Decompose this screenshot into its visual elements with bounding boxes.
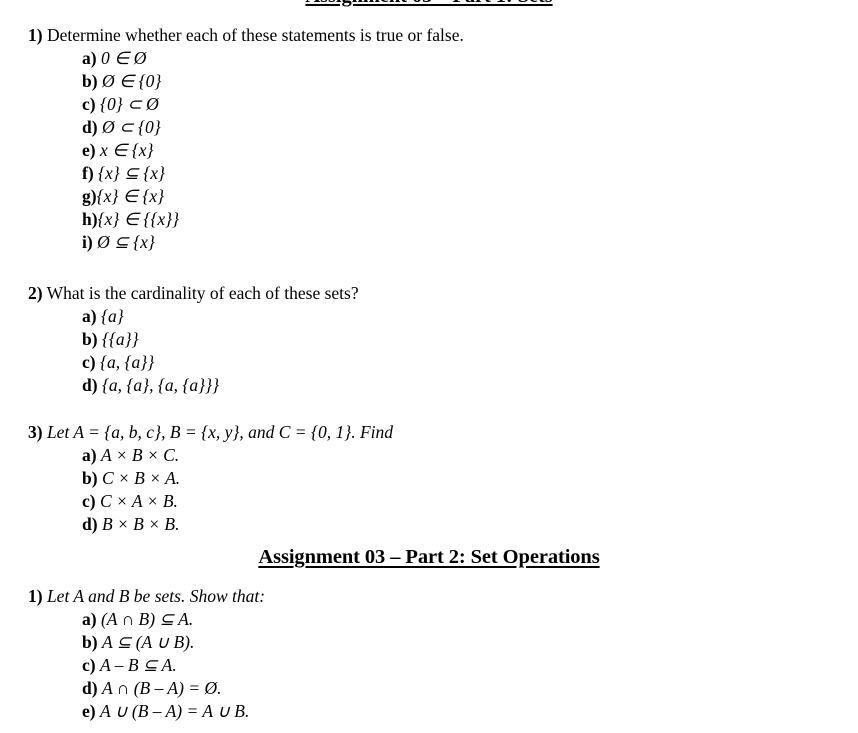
question-block-p1-q2: 2) What is the cardinality of each of th…: [28, 282, 359, 397]
list-item: a) 0 ∈ Ø: [28, 47, 464, 70]
list-item: a) {a}: [28, 305, 359, 328]
item-marker: a): [82, 609, 97, 629]
item-marker: d): [82, 514, 98, 534]
list-item: b) C × B × A.: [28, 467, 393, 490]
item-expression: x ∈ {x}: [99, 140, 154, 160]
list-item: b) {{a}}: [28, 328, 359, 351]
item-marker: c): [82, 655, 96, 675]
item-expression: A – B ⊆ A.: [99, 655, 177, 675]
question-stem: 1) Determine whether each of these state…: [28, 24, 464, 47]
question-block-p2-q1: 1) Let A and B be sets. Show that: a) (A…: [28, 585, 265, 723]
item-expression: (A ∩ B) ⊆ A.: [100, 609, 194, 629]
question-number: 1): [28, 25, 43, 45]
list-item: c) {a, {a}}: [28, 351, 359, 374]
item-marker: e): [82, 701, 96, 721]
item-marker: b): [82, 468, 98, 488]
list-item: g){x} ∈ {x}: [28, 185, 464, 208]
list-item: c) {0} ⊂ Ø: [28, 93, 464, 116]
item-expression: {0} ⊂ Ø: [99, 94, 159, 114]
item-marker: g): [82, 186, 97, 206]
item-marker: d): [82, 678, 98, 698]
document-page: Assignment 03 – Part 1: Sets 1) Determin…: [0, 0, 858, 733]
item-expression: C × B × A.: [101, 468, 181, 488]
item-marker: e): [82, 140, 96, 160]
item-expression: Ø ∈ {0}: [101, 71, 162, 91]
question-number: 3): [28, 422, 43, 442]
item-expression: A ∩ (B – A) = Ø.: [101, 678, 222, 698]
list-item: e) x ∈ {x}: [28, 139, 464, 162]
item-expression: {x} ⊆ {x}: [98, 163, 165, 183]
item-marker: h): [82, 209, 98, 229]
question-text: Let A = {a, b, c}, B = {x, y}, and C = {…: [46, 422, 394, 442]
list-item: b) A ⊆ (A ∪ B).: [28, 631, 265, 654]
list-item: a) (A ∩ B) ⊆ A.: [28, 608, 265, 631]
list-item: i) Ø ⊆ {x}: [28, 231, 464, 254]
list-item: c) A – B ⊆ A.: [28, 654, 265, 677]
item-expression: Ø ⊆ {x}: [97, 232, 155, 252]
question-stem: 3) Let A = {a, b, c}, B = {x, y}, and C …: [28, 421, 393, 444]
list-item: d) Ø ⊂ {0}: [28, 116, 464, 139]
list-item: d) B × B × B.: [28, 513, 393, 536]
question-number: 1): [28, 586, 43, 606]
question-text: Let A and B be sets. Show that:: [46, 586, 266, 606]
list-item: d) {a, {a}, {a, {a}}}: [28, 374, 359, 397]
item-list: a) {a} b) {{a}} c) {a, {a}} d) {a, {a}, …: [28, 305, 359, 397]
item-expression: A ⊆ (A ∪ B).: [101, 632, 195, 652]
item-marker: c): [82, 94, 96, 114]
list-item: h){x} ∈ {{x}}: [28, 208, 464, 231]
list-item: c) C × A × B.: [28, 490, 393, 513]
item-marker: b): [82, 329, 98, 349]
item-marker: c): [82, 352, 96, 372]
list-item: f) {x} ⊆ {x}: [28, 162, 464, 185]
item-list: a) 0 ∈ Ø b) Ø ∈ {0} c) {0} ⊂ Ø d) Ø ⊂ {0…: [28, 47, 464, 254]
list-item: b) Ø ∈ {0}: [28, 70, 464, 93]
item-marker: a): [82, 445, 97, 465]
item-marker: c): [82, 491, 96, 511]
item-list: a) A × B × C. b) C × B × A. c) C × A × B…: [28, 444, 393, 536]
item-expression: A ∪ (B – A) = A ∪ B.: [99, 701, 250, 721]
item-expression: A × B × C.: [100, 445, 180, 465]
item-expression: {a}: [100, 306, 124, 326]
item-expression: B × B × B.: [101, 514, 180, 534]
question-number: 2): [28, 283, 43, 303]
item-expression: C × A × B.: [99, 491, 178, 511]
item-marker: a): [82, 306, 97, 326]
item-expression: {a, {a}, {a, {a}}}: [101, 375, 220, 395]
item-marker: b): [82, 71, 98, 91]
item-marker: f): [82, 163, 94, 183]
item-expression: {x} ∈ {{x}}: [97, 209, 180, 229]
item-expression: Ø ⊂ {0}: [101, 117, 161, 137]
item-expression: {a, {a}}: [99, 352, 155, 372]
question-stem: 1) Let A and B be sets. Show that:: [28, 585, 265, 608]
list-item: d) A ∩ (B – A) = Ø.: [28, 677, 265, 700]
part-1-heading-clipped: Assignment 03 – Part 1: Sets: [0, 0, 858, 11]
item-marker: i): [82, 232, 93, 252]
item-expression: 0 ∈ Ø: [100, 48, 147, 68]
question-text: What is the cardinality of each of these…: [46, 283, 359, 303]
item-expression: {x} ∈ {x}: [96, 186, 165, 206]
item-expression: {{a}}: [101, 329, 139, 349]
question-stem: 2) What is the cardinality of each of th…: [28, 282, 359, 305]
part-2-heading: Assignment 03 – Part 2: Set Operations: [258, 546, 600, 568]
part-1-heading-text: Assignment 03 – Part 1: Sets: [0, 0, 858, 8]
item-marker: d): [82, 375, 98, 395]
item-marker: d): [82, 117, 98, 137]
question-text: Determine whether each of these statemen…: [46, 25, 464, 45]
item-marker: b): [82, 632, 98, 652]
question-block-p1-q1: 1) Determine whether each of these state…: [28, 24, 464, 254]
question-block-p1-q3: 3) Let A = {a, b, c}, B = {x, y}, and C …: [28, 421, 393, 536]
item-list: a) (A ∩ B) ⊆ A. b) A ⊆ (A ∪ B). c) A – B…: [28, 608, 265, 723]
item-marker: a): [82, 48, 97, 68]
list-item: a) A × B × C.: [28, 444, 393, 467]
list-item: e) A ∪ (B – A) = A ∪ B.: [28, 700, 265, 723]
